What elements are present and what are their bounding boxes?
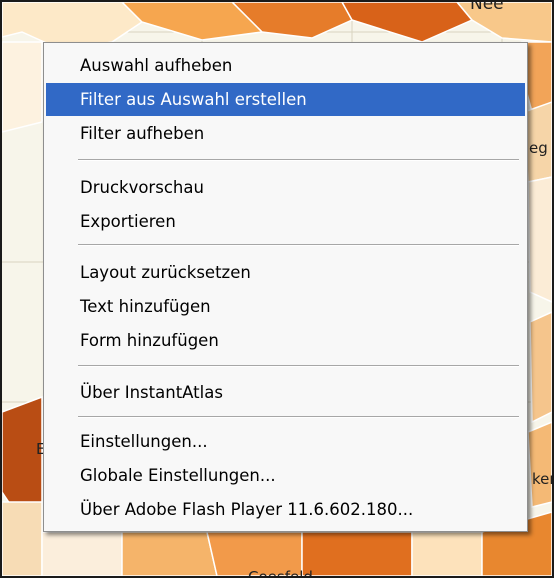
map-label-right-ken: ken [532,470,552,488]
region-right-5[interactable] [527,421,552,508]
region-left-3[interactable] [2,501,43,576]
menu-item-layout-zuruecksetzen[interactable]: Layout zurücksetzen [46,256,525,289]
menu-item-filter-aufheben[interactable]: Filter aufheben [46,117,525,150]
context-menu: Auswahl aufheben Filter aus Auswahl erst… [43,42,528,532]
region-bottom-5[interactable] [411,531,483,576]
menu-item-auswahl-aufheben[interactable]: Auswahl aufheben [46,49,525,82]
menu-item-exportieren[interactable]: Exportieren [46,205,525,238]
menu-item-text-hinzufuegen[interactable]: Text hinzufügen [46,290,525,323]
menu-item-filter-aus-auswahl-erstellen[interactable]: Filter aus Auswahl erstellen [46,83,525,116]
region-bottom-4[interactable] [301,531,413,576]
menu-separator [78,159,519,161]
menu-separator [78,416,519,418]
screenshot-frame: Nee eg E ken Coesfeld Auswahl aufheben F… [0,0,554,578]
menu-item-form-hinzufuegen[interactable]: Form hinzufügen [46,324,525,357]
menu-separator [78,365,519,367]
menu-separator [78,244,519,246]
region-bottom-1[interactable] [41,531,123,576]
region-right-4[interactable] [529,311,552,424]
map-label-top-right: Nee [470,0,504,14]
map-label-right-eg: eg [529,139,548,157]
menu-item-globale-einstellungen[interactable]: Globale Einstellungen... [46,459,525,492]
map-label-bottom: Coesfeld [248,568,313,578]
menu-item-druckvorschau[interactable]: Druckvorschau [46,171,525,204]
menu-item-ueber-instantatlas[interactable]: Über InstantAtlas [46,376,525,409]
menu-item-ueber-adobe-flash-player[interactable]: Über Adobe Flash Player 11.6.602.180... [46,493,525,526]
region-left-1[interactable] [2,41,43,133]
region-bottom-2[interactable] [121,531,218,576]
menu-item-einstellungen[interactable]: Einstellungen... [46,425,525,458]
region-right-3[interactable] [527,176,552,303]
